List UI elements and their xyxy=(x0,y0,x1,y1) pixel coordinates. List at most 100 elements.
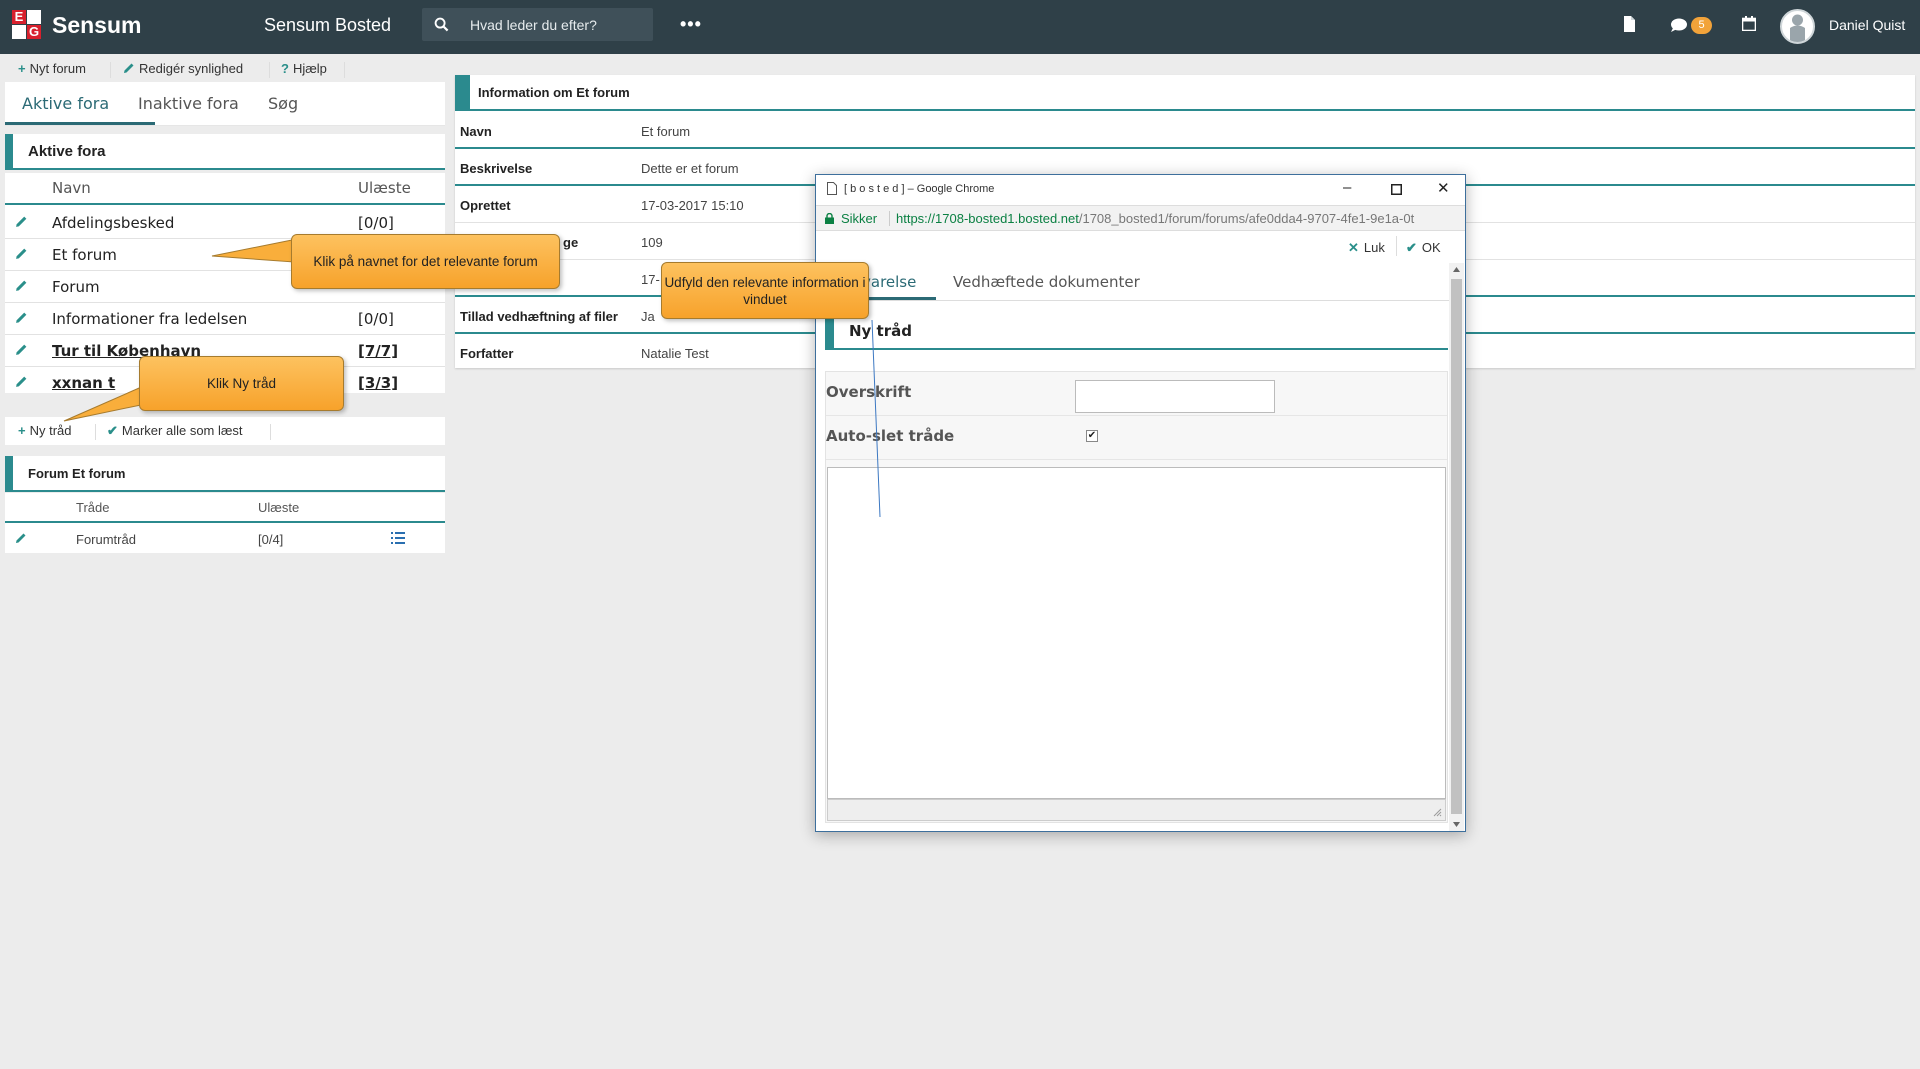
autodelete-row: Auto-slet tråde ✔ xyxy=(826,416,1447,460)
popup-window-title: [ b o s t e d ] – Google Chrome xyxy=(844,183,995,195)
forum-name[interactable]: Et forum xyxy=(52,246,117,264)
headline-label: Overskrift xyxy=(826,383,912,401)
column-thread: Tråde xyxy=(76,500,110,515)
person-icon xyxy=(1790,14,1805,42)
thread-row[interactable]: Forumtråd [0/4] xyxy=(5,525,445,553)
popup-tabs: varelse Vedhæftede dokumenter xyxy=(816,263,1449,301)
info-label: Oprettet xyxy=(460,198,511,213)
new-thread-header: Ny tråd xyxy=(825,312,1448,350)
address-bar[interactable]: Sikker https://1708-bosted1.bosted.net/1… xyxy=(816,205,1465,231)
forum-row[interactable]: Informationer fra ledelsen [0/0] xyxy=(5,303,445,335)
popup-scrollbar[interactable] xyxy=(1449,263,1464,831)
thread-unread: [0/4] xyxy=(258,532,284,547)
secure-label: Sikker xyxy=(841,211,878,226)
info-value: Et forum xyxy=(641,124,691,139)
question-icon: ? xyxy=(281,61,289,76)
calendar-icon[interactable] xyxy=(1742,16,1756,31)
info-value: Ja xyxy=(641,309,655,324)
tab-active-fora[interactable]: Aktive fora xyxy=(22,94,109,113)
document-icon[interactable] xyxy=(1623,16,1636,32)
active-tab-indicator xyxy=(5,122,155,125)
info-value: 109 xyxy=(641,235,663,250)
section-title: Ny tråd xyxy=(849,322,912,340)
notification-badge[interactable]: 5 xyxy=(1691,17,1712,34)
page-icon xyxy=(827,182,837,195)
tab-inactive-fora[interactable]: Inaktive fora xyxy=(138,94,239,113)
url-text[interactable]: https://1708-bosted1.bosted.net/1708_bos… xyxy=(896,211,1414,226)
thread-name[interactable]: Forumtråd xyxy=(76,532,136,547)
textarea-resize-bar[interactable] xyxy=(827,799,1446,821)
info-value: 17-03-2017 15:10 xyxy=(641,198,744,213)
headline-input[interactable] xyxy=(1075,380,1275,413)
forum-unread: [0/0] xyxy=(358,310,394,328)
pencil-icon[interactable] xyxy=(15,375,28,388)
mark-all-read-button[interactable]: ✔ Marker alle som læst xyxy=(107,423,243,439)
info-header: Information om Et forum xyxy=(455,75,1915,111)
plus-icon: + xyxy=(18,61,26,76)
pencil-icon[interactable] xyxy=(15,343,28,356)
new-forum-button[interactable]: + Nyt forum xyxy=(18,61,86,76)
new-thread-button[interactable]: + Ny tråd xyxy=(18,423,72,438)
info-row: Navn Et forum xyxy=(455,112,1915,149)
callout-click-forum: Klik på navnet for det relevante forum xyxy=(291,234,560,289)
headline-row: Overskrift xyxy=(826,372,1447,416)
check-icon: ✔ xyxy=(107,423,118,438)
help-button[interactable]: ? Hjælp xyxy=(281,61,327,76)
minimize-button[interactable]: – xyxy=(1343,179,1351,196)
search-input[interactable]: Hvad leder du efter? xyxy=(470,17,597,33)
more-menu-button[interactable]: ••• xyxy=(680,14,702,35)
popup-title-bar[interactable]: [ b o s t e d ] – Google Chrome – ✕ xyxy=(816,175,1465,205)
logo-e: E xyxy=(12,10,26,24)
user-avatar[interactable] xyxy=(1780,9,1815,44)
browser-popup-window[interactable]: [ b o s t e d ] – Google Chrome – ✕ Sikk… xyxy=(815,174,1466,832)
brand-name: Sensum xyxy=(52,12,142,38)
active-fora-header: Aktive fora xyxy=(5,134,445,170)
top-bar: E G Sensum Sensum Bosted Hvad leder du e… xyxy=(0,0,1920,54)
pencil-icon[interactable] xyxy=(15,532,27,544)
scroll-down-icon[interactable] xyxy=(1453,822,1460,827)
maximize-button[interactable] xyxy=(1391,184,1402,195)
column-unread: Ulæste xyxy=(358,179,411,197)
close-button[interactable]: ✕ Luk xyxy=(1348,240,1385,256)
search-icon xyxy=(434,17,449,32)
forum-name[interactable]: xxnan t xyxy=(52,374,115,392)
column-name: Navn xyxy=(52,179,91,197)
close-window-button[interactable]: ✕ xyxy=(1437,179,1450,197)
message-textarea[interactable] xyxy=(827,467,1446,799)
autodelete-checkbox[interactable]: ✔ xyxy=(1086,430,1098,442)
chat-icon[interactable] xyxy=(1670,18,1688,33)
section-title: Aktive fora xyxy=(28,143,106,160)
pencil-icon[interactable] xyxy=(15,215,28,228)
scrollbar-thumb[interactable] xyxy=(1451,279,1462,814)
new-thread-form: Overskrift Auto-slet tråde ✔ xyxy=(825,371,1448,823)
check-icon: ✔ xyxy=(1406,240,1417,255)
tab-search[interactable]: Søg xyxy=(268,94,298,113)
scroll-up-icon[interactable] xyxy=(1453,267,1460,272)
pencil-icon[interactable] xyxy=(15,279,28,292)
lock-icon xyxy=(825,213,834,224)
section-title: Forum Et forum xyxy=(28,466,126,481)
table-header: Tråde Ulæste xyxy=(5,493,445,523)
search-box[interactable]: Hvad leder du efter? xyxy=(422,8,653,41)
info-value: Dette er et forum xyxy=(641,161,739,176)
plus-icon: + xyxy=(18,423,26,438)
thread-list-header: Forum Et forum xyxy=(5,456,445,492)
logo[interactable]: E G xyxy=(12,10,42,40)
app-title: Sensum Bosted xyxy=(264,15,392,35)
pencil-icon[interactable] xyxy=(15,311,28,324)
pencil-icon[interactable] xyxy=(15,247,28,260)
forum-name[interactable]: Forum xyxy=(52,278,100,296)
ok-button[interactable]: ✔ OK xyxy=(1406,240,1441,256)
user-name[interactable]: Daniel Quist xyxy=(1829,17,1905,33)
forum-unread: [7/7] xyxy=(358,342,399,360)
forum-name[interactable]: Informationer fra ledelsen xyxy=(52,310,247,328)
tab-attachments[interactable]: Vedhæftede dokumenter xyxy=(953,273,1140,291)
forum-name[interactable]: Afdelingsbesked xyxy=(52,214,174,232)
edit-visibility-button[interactable]: Redigér synlighed xyxy=(123,61,243,76)
tab-description[interactable]: varelse xyxy=(862,273,916,291)
resize-handle-icon[interactable] xyxy=(1433,808,1442,817)
info-value: Natalie Test xyxy=(641,346,709,361)
forum-unread: [3/3] xyxy=(358,374,399,392)
info-label: Navn xyxy=(460,124,492,139)
list-icon[interactable] xyxy=(391,532,405,544)
